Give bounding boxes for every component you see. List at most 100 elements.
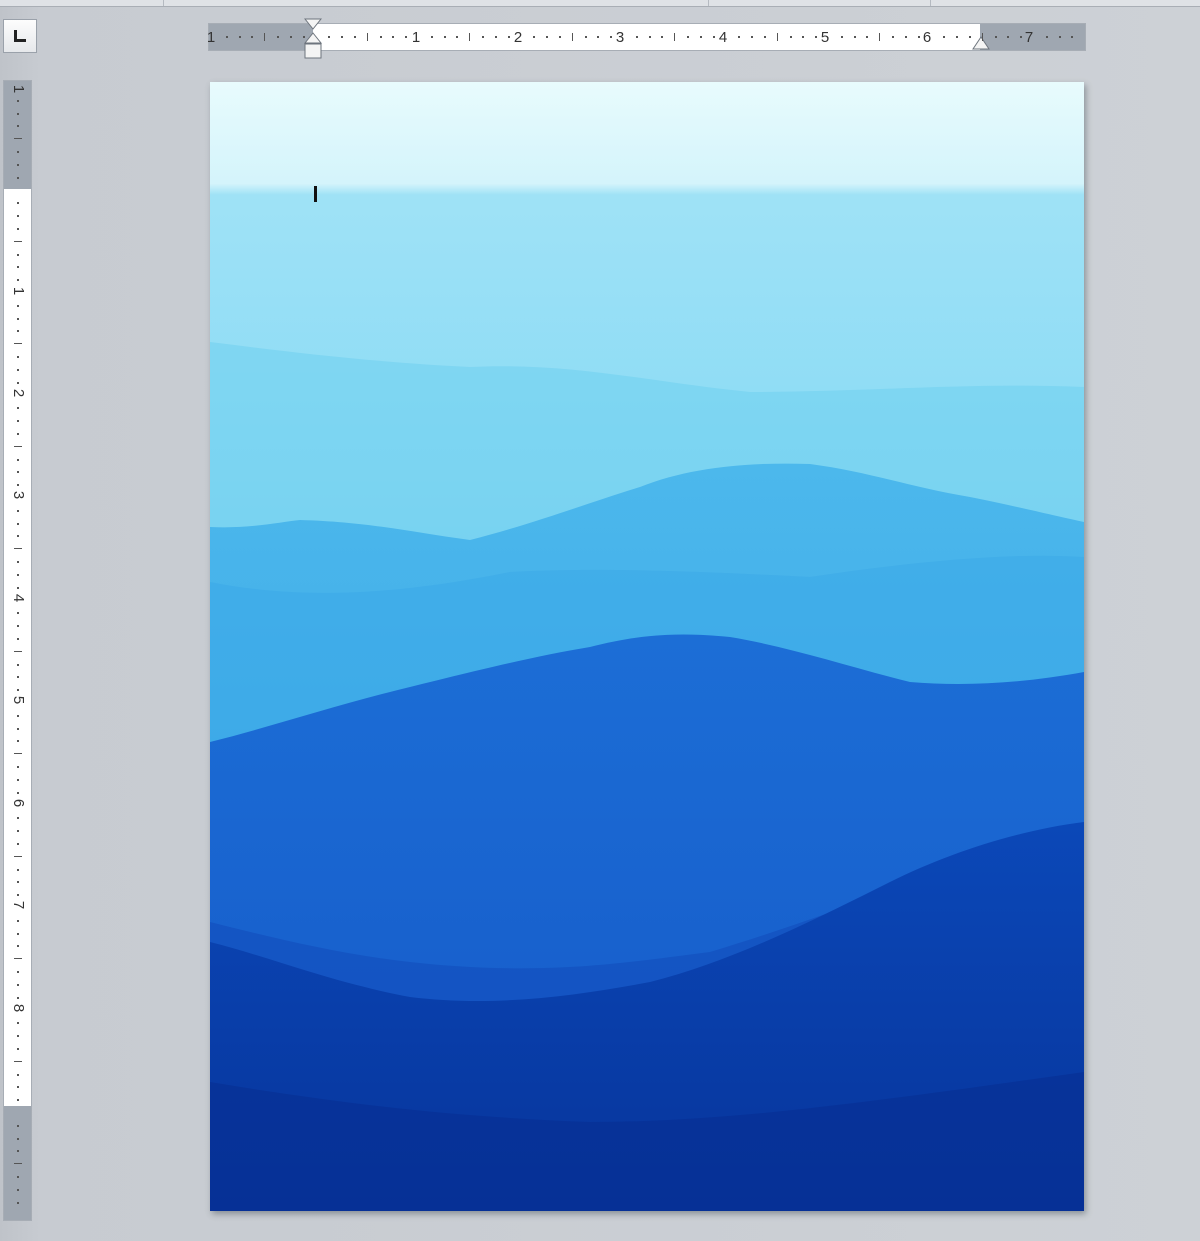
ruler-number: 1 [206,29,216,46]
ruler-tick [1020,36,1023,38]
ruler-tick [17,714,19,717]
ruler-tick [17,637,19,640]
ruler-tick [14,1163,22,1165]
ruler-tick [904,36,907,38]
ruler-tick [17,727,19,730]
ruler-tick [17,407,19,410]
ruler-tick [661,36,664,38]
ribbon-bottom-edge [0,0,1200,7]
ruler-number: 2 [10,388,27,398]
tab-stop-selector-button[interactable] [3,19,37,53]
insertion-cursor [314,186,317,202]
ruler-tick [17,99,19,102]
ruler-tick [507,36,510,38]
ruler-tick [17,932,19,935]
ruler-tick [956,36,959,38]
ruler-tick [17,1201,19,1204]
ruler-tick [17,625,19,628]
ruler-tick [981,33,983,41]
ruler-tick [17,176,19,179]
ruler-tick [17,740,19,743]
ruler-tick [17,432,19,435]
ruler-tick [17,817,19,820]
ruler-tick [17,368,19,371]
ruler-number: 1 [10,84,27,94]
ruler-tick [17,420,19,423]
ruler-tick [14,548,22,550]
ruler-tick [751,36,754,38]
ruler-tick [17,983,19,986]
ruler-tick [763,36,766,38]
ruler-number: 7 [10,900,27,910]
ruler-tick [482,36,485,38]
ruler-top-margin [4,81,31,189]
ruler-number: 4 [10,593,27,603]
ruler-tick [1058,36,1061,38]
ruler-tick [17,1188,19,1191]
ruler-tick [17,163,19,166]
ruler-tick [17,151,19,154]
ruler-tick [546,36,549,38]
ruler-tick [17,919,19,922]
ruler-tick [392,36,395,38]
ruler-tick [17,586,19,589]
ruler-tick [17,227,19,230]
first-line-indent-marker[interactable] [304,18,322,60]
ruler-tick [302,36,305,38]
ruler-tick [14,650,22,652]
ruler-tick [558,36,561,38]
ruler-tick [597,36,600,38]
horizontal-ruler[interactable]: 1 1 2 3 4 5 6 7 [207,18,1086,59]
ruler-tick [14,958,22,960]
ruler-tick [17,522,19,525]
vertical-ruler[interactable]: 1 1 2 3 4 5 6 7 8 [3,80,32,1221]
ruler-tick [533,36,536,38]
ruler-tick [14,445,22,447]
ruler-left-margin [209,24,313,50]
ruler-tick [17,945,19,948]
ruler-tick [17,766,19,769]
ruler-tick [14,1060,22,1062]
document-page[interactable] [210,82,1084,1211]
ruler-tick [17,279,19,282]
ruler-tick [1007,36,1010,38]
ruler-tick [712,36,715,38]
ruler-tick [430,36,433,38]
ruler-tick [17,253,19,256]
ruler-tick [17,663,19,666]
ruler-tick [443,36,446,38]
ruler-tick [328,36,331,38]
ruler-tick [14,855,22,857]
left-tab-icon [14,30,26,42]
ruler-tick [17,471,19,474]
ruler-tick [802,36,805,38]
ruler-tick [892,36,895,38]
ruler-tick [815,36,818,38]
ruler-tick [840,36,843,38]
ruler-number: 5 [10,695,27,705]
ruler-tick [341,36,344,38]
ruler-tick [994,36,997,38]
ruler-tick [17,215,19,218]
ruler-tick [494,36,497,38]
ruler-tick [456,36,459,38]
ruler-tick [17,317,19,320]
ruler-tick [17,484,19,487]
ruler-tick [1045,36,1048,38]
ruler-tick [17,1099,19,1102]
ruler-number: 6 [10,798,27,808]
ruler-tick [968,36,971,38]
ruler-tick [17,868,19,871]
ruler-tick [687,36,690,38]
ruler-tick [789,36,792,38]
ruler-tick [17,1035,19,1038]
ruler-number: 4 [718,29,728,46]
ruler-tick [17,778,19,781]
ruler-tick [776,33,778,41]
ruler-tick [635,36,638,38]
ruler-tick [17,381,19,384]
ruler-tick [379,36,382,38]
ruler-tick [17,996,19,999]
ruler-tick [17,458,19,461]
ruler-tick [17,1137,19,1140]
